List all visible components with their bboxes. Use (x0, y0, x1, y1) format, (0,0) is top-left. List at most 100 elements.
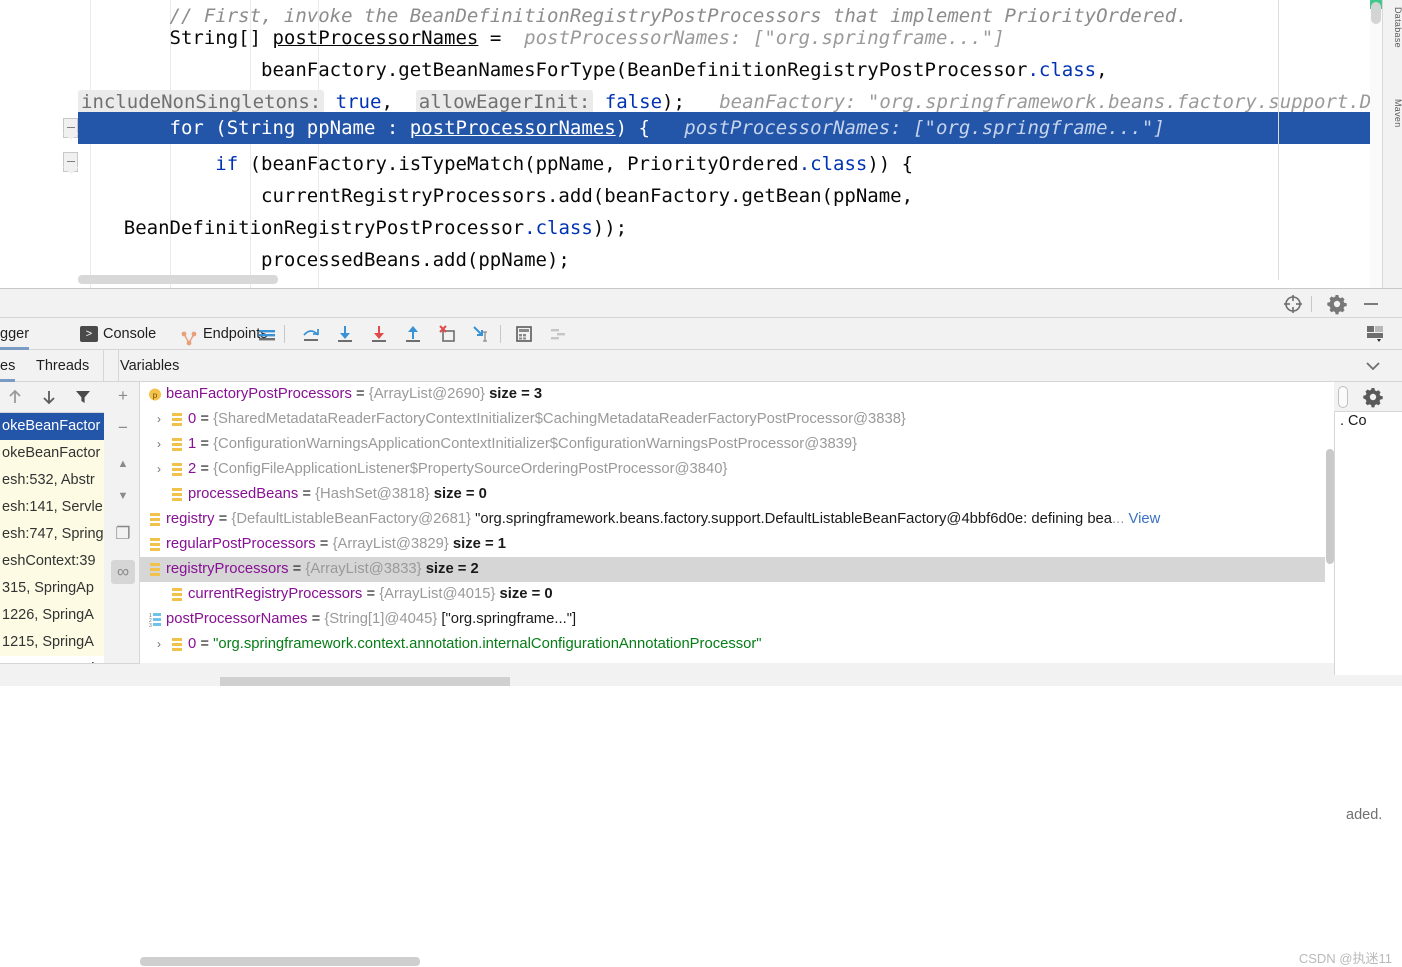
copy-icon[interactable]: ❐ (111, 522, 135, 546)
variable-name: processedBeans (188, 486, 299, 502)
editor-gutter[interactable] (0, 0, 79, 288)
editor-vertical-scrollbar-thumb[interactable] (1371, 2, 1381, 24)
code-line[interactable]: for (String ppName : postProcessorNames)… (78, 112, 1402, 144)
trace-icon[interactable] (547, 323, 569, 345)
debug-subtabs[interactable]: es Threads Variables (0, 350, 1402, 382)
chevron-right-icon[interactable]: › (152, 457, 166, 482)
frame-row[interactable]: 1226, SpringA (0, 602, 104, 629)
run-to-cursor-icon[interactable] (470, 323, 492, 345)
code-line[interactable]: beanFactory.getBeanNamesForType(BeanDefi… (78, 54, 1402, 86)
view-value-link[interactable]: View (1124, 511, 1160, 527)
variable-row[interactable]: › 2 = {ConfigFileApplicationListener$Prop… (140, 457, 1332, 482)
locate-icon[interactable] (1282, 293, 1304, 315)
tab-debugger[interactable]: gger (0, 318, 30, 350)
code-token: (String ppName : (203, 117, 410, 139)
remove-watch-icon[interactable]: − (111, 416, 135, 440)
variables-horizontal-scrollbar-thumb[interactable] (140, 957, 420, 966)
right-strip-handle[interactable] (1338, 386, 1348, 408)
frame-row[interactable]: esh:532, Abstr (0, 467, 104, 494)
variable-row[interactable]: › registryProcessors = {ArrayList@3833} s… (140, 557, 1332, 582)
evaluate-expression-icon[interactable] (513, 323, 535, 345)
step-into-icon[interactable] (334, 323, 356, 345)
filter-icon[interactable] (72, 386, 94, 408)
frame-row[interactable]: 1215, SpringA (0, 629, 104, 656)
variable-row[interactable]: › 0 = "org.springframework.context.annota… (140, 632, 1332, 657)
code-line[interactable]: processedBeans.add(ppName); (78, 244, 1402, 276)
chevron-down-icon[interactable]: ⌄ (140, 382, 144, 407)
variables-vertical-scrollbar-thumb[interactable] (1326, 449, 1334, 564)
variable-row[interactable]: › registry = {DefaultListableBeanFactory@… (140, 507, 1332, 532)
arrow-down-icon[interactable] (38, 386, 60, 408)
show-execution-point-icon[interactable] (256, 323, 278, 345)
drop-frame-icon[interactable] (436, 323, 458, 345)
force-step-into-icon[interactable] (368, 323, 390, 345)
tab-frames[interactable]: es (0, 350, 16, 382)
chevron-right-icon[interactable]: › (152, 407, 166, 432)
variable-size: size = 2 (421, 561, 479, 577)
tab-endpoints[interactable]: Endpoints (180, 318, 268, 350)
tab-console[interactable]: > Console (80, 318, 156, 350)
list-item-icon (148, 532, 162, 557)
variable-row[interactable]: currentRegistryProcessors = {ArrayList@4… (140, 582, 1332, 607)
arrow-up-icon[interactable] (4, 386, 26, 408)
step-out-icon[interactable] (402, 323, 424, 345)
editor-right-tool-tabs[interactable]: Database Maven (1382, 0, 1402, 288)
editor-tool-tab-database[interactable]: Database (1383, 4, 1402, 51)
variable-row[interactable]: ⌄ p beanFactoryPostProcessors = {ArrayList… (140, 382, 1332, 407)
chevron-right-icon[interactable]: › (152, 432, 166, 457)
code-line[interactable]: if (beanFactory.isTypeMatch(ppName, Prio… (78, 148, 1402, 180)
variable-row[interactable]: › regularPostProcessors = {ArrayList@3829… (140, 532, 1332, 557)
inspect-icon[interactable]: ∞ (111, 560, 135, 584)
chevron-down-icon[interactable] (1362, 355, 1384, 377)
step-over-icon[interactable] (300, 323, 322, 345)
editor-tool-tab-maven[interactable]: Maven (1383, 96, 1402, 131)
chevron-right-icon[interactable]: › (140, 532, 144, 557)
variable-equals: = (196, 436, 214, 452)
tab-threads[interactable]: Threads (36, 350, 89, 382)
settings-gear-icon[interactable] (1362, 386, 1384, 408)
chevron-down-icon[interactable]: ⌄ (140, 607, 144, 632)
bottom-scroll-thumb[interactable] (220, 677, 510, 686)
variable-row[interactable]: › 1 = {ConfigurationWarningsApplicationCo… (140, 432, 1332, 457)
editor-horizontal-scrollbar-thumb[interactable] (78, 275, 278, 284)
move-up-icon[interactable]: ▲ (111, 452, 135, 476)
debug-panel[interactable]: gger > Console Endpoints es Threads Variables (0, 288, 1402, 966)
chevron-right-icon[interactable]: › (152, 632, 166, 657)
code-text-area[interactable]: // First, invoke the BeanDefinitionRegis… (78, 0, 1402, 288)
frame-row[interactable]: 315, SpringAp (0, 575, 104, 602)
chevron-right-icon[interactable]: › (140, 507, 144, 532)
watch-side-toolbar[interactable]: + − ▲ ▼ ❐ ∞ (104, 382, 140, 663)
fold-marker-if[interactable] (63, 152, 79, 174)
frame-row[interactable]: okeBeanFactor (0, 413, 104, 440)
editor-horizontal-scrollbar[interactable] (78, 275, 1278, 284)
variable-row[interactable]: processedBeans = {HashSet@3818} size = 0 (140, 482, 1332, 507)
variable-equals: = (307, 611, 325, 627)
code-line[interactable]: currentRegistryProcessors.add(beanFactor… (78, 180, 1402, 212)
variable-row[interactable]: ⌄ 123 postProcessorNames = {String[1]@4045… (140, 607, 1332, 632)
fold-marker-for[interactable] (63, 118, 79, 140)
minimize-icon[interactable] (1360, 293, 1382, 315)
frame-row[interactable]: esh:141, Servle (0, 494, 104, 521)
variable-name: currentRegistryProcessors (188, 586, 363, 602)
tab-variables[interactable]: Variables (120, 350, 179, 382)
add-watch-icon[interactable]: + (111, 384, 135, 408)
code-line[interactable]: String[] postProcessorNames = postProces… (78, 22, 1402, 54)
settings-gear-icon[interactable] (1326, 293, 1348, 315)
layout-settings-icon[interactable] (1364, 322, 1386, 344)
code-token: includeNonSingletons: (78, 90, 325, 114)
frame-row[interactable]: esh:747, Spring (0, 521, 104, 548)
editor-vertical-scrollbar[interactable] (1370, 2, 1382, 288)
frame-row[interactable]: eshContext:39 (0, 548, 104, 575)
frames-list[interactable]: okeBeanFactor okeBeanFactor esh:532, Abstr… (0, 413, 104, 663)
code-editor[interactable]: // First, invoke the BeanDefinitionRegis… (0, 0, 1402, 288)
frame-row[interactable]: okeBeanFactor (0, 440, 104, 467)
variables-tree[interactable]: ⌄ p beanFactoryPostProcessors = {ArrayList… (140, 382, 1332, 663)
move-down-icon[interactable]: ▼ (111, 484, 135, 508)
frame-row[interactable]: n:12, TestCool (0, 656, 104, 663)
chevron-right-icon[interactable]: › (140, 557, 144, 582)
code-line[interactable]: BeanDefinitionRegistryPostProcessor.clas… (78, 212, 1402, 244)
debug-toolbar[interactable]: gger > Console Endpoints (0, 318, 1402, 350)
array-icon: 123 (148, 607, 162, 632)
variable-row[interactable]: › 0 = {SharedMetadataReaderFactoryContext… (140, 407, 1332, 432)
frames-toolbar[interactable] (0, 382, 104, 413)
